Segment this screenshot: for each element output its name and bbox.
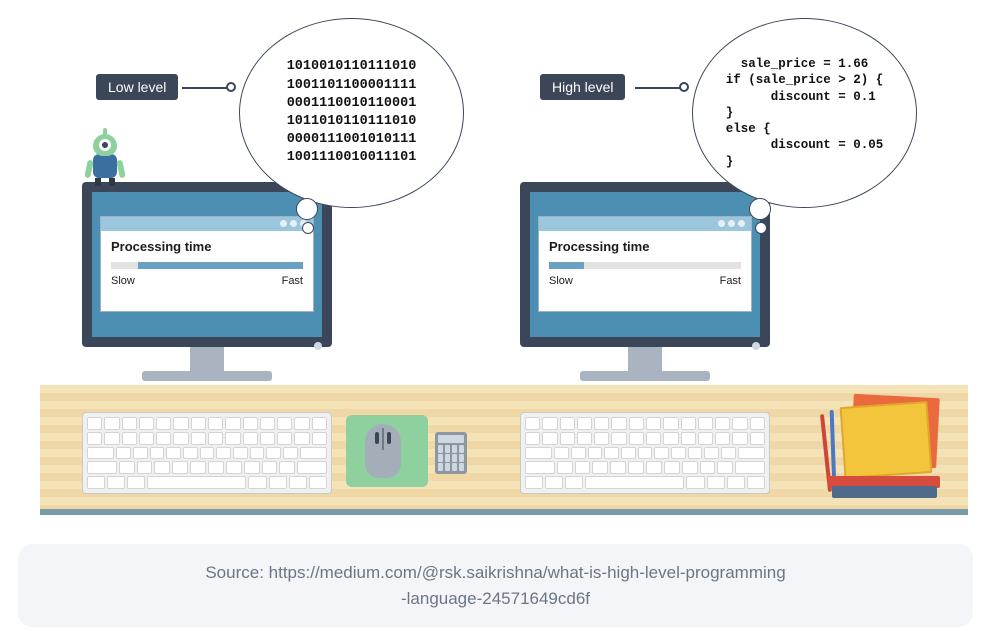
- power-led: [314, 342, 322, 350]
- monitor-high-level: Processing time Slow Fast: [520, 182, 770, 381]
- power-led: [752, 342, 760, 350]
- source-line1: Source: https://medium.com/@rsk.saikrish…: [205, 563, 785, 582]
- speed-label-fast: Fast: [720, 275, 741, 287]
- speed-bar: [549, 262, 741, 269]
- processing-window: Processing time Slow Fast: [100, 216, 314, 312]
- connector-dot: [679, 82, 689, 92]
- screen: Processing time Slow Fast: [92, 192, 322, 337]
- calculator-icon: [435, 432, 467, 474]
- keyboard-icon: [520, 412, 770, 494]
- connector-line: [182, 87, 228, 89]
- window-title: Processing time: [549, 239, 741, 254]
- speed-bar-fill: [138, 262, 303, 269]
- speed-bar-fill: [549, 262, 584, 269]
- processing-window: Processing time Slow Fast: [538, 216, 752, 312]
- bubble-tail: [749, 198, 771, 220]
- monitor-stand-neck: [190, 347, 224, 371]
- screen-frame: Processing time Slow Fast: [82, 182, 332, 347]
- window-title: Processing time: [111, 239, 303, 254]
- diagram-scene: Processing time Slow Fast: [0, 0, 991, 540]
- window-titlebar: [539, 217, 751, 231]
- connector-dot: [226, 82, 236, 92]
- binary-code: 1010010110111010 1001101100001111 000111…: [287, 58, 417, 167]
- speed-label-slow: Slow: [111, 275, 135, 287]
- speed-labels: Slow Fast: [549, 275, 741, 287]
- monitor-stand-base: [580, 371, 710, 381]
- speed-label-slow: Slow: [549, 275, 573, 287]
- screen-frame: Processing time Slow Fast: [520, 182, 770, 347]
- window-titlebar: [101, 217, 313, 231]
- bubble-tail-small: [302, 222, 314, 234]
- high-level-code: sale_price = 1.66 if (sale_price > 2) { …: [726, 56, 884, 170]
- bubble-tail: [296, 198, 318, 220]
- notebook-front-icon: [840, 401, 933, 479]
- label-low-level: Low level: [96, 74, 178, 100]
- speed-bar: [111, 262, 303, 269]
- window-controls: [718, 220, 745, 227]
- keyboard-icon: [82, 412, 332, 494]
- connector-line: [635, 87, 681, 89]
- source-line2: -language-24571649cd6f: [401, 589, 590, 608]
- monitor-stand-neck: [628, 347, 662, 371]
- monitor-stand-base: [142, 371, 272, 381]
- book-blue-icon: [832, 486, 937, 498]
- mouse-icon: [365, 424, 401, 478]
- source-caption: Source: https://medium.com/@rsk.saikrish…: [18, 544, 973, 627]
- bubble-tail-small: [755, 222, 767, 234]
- monitor-low-level: Processing time Slow Fast: [82, 182, 332, 381]
- robot-mascot-icon: [85, 134, 125, 182]
- thought-bubble-code: sale_price = 1.66 if (sale_price > 2) { …: [692, 18, 917, 208]
- speed-label-fast: Fast: [282, 275, 303, 287]
- screen: Processing time Slow Fast: [530, 192, 760, 337]
- speed-labels: Slow Fast: [111, 275, 303, 287]
- thought-bubble-binary: 1010010110111010 1001101100001111 000111…: [239, 18, 464, 208]
- label-high-level: High level: [540, 74, 625, 100]
